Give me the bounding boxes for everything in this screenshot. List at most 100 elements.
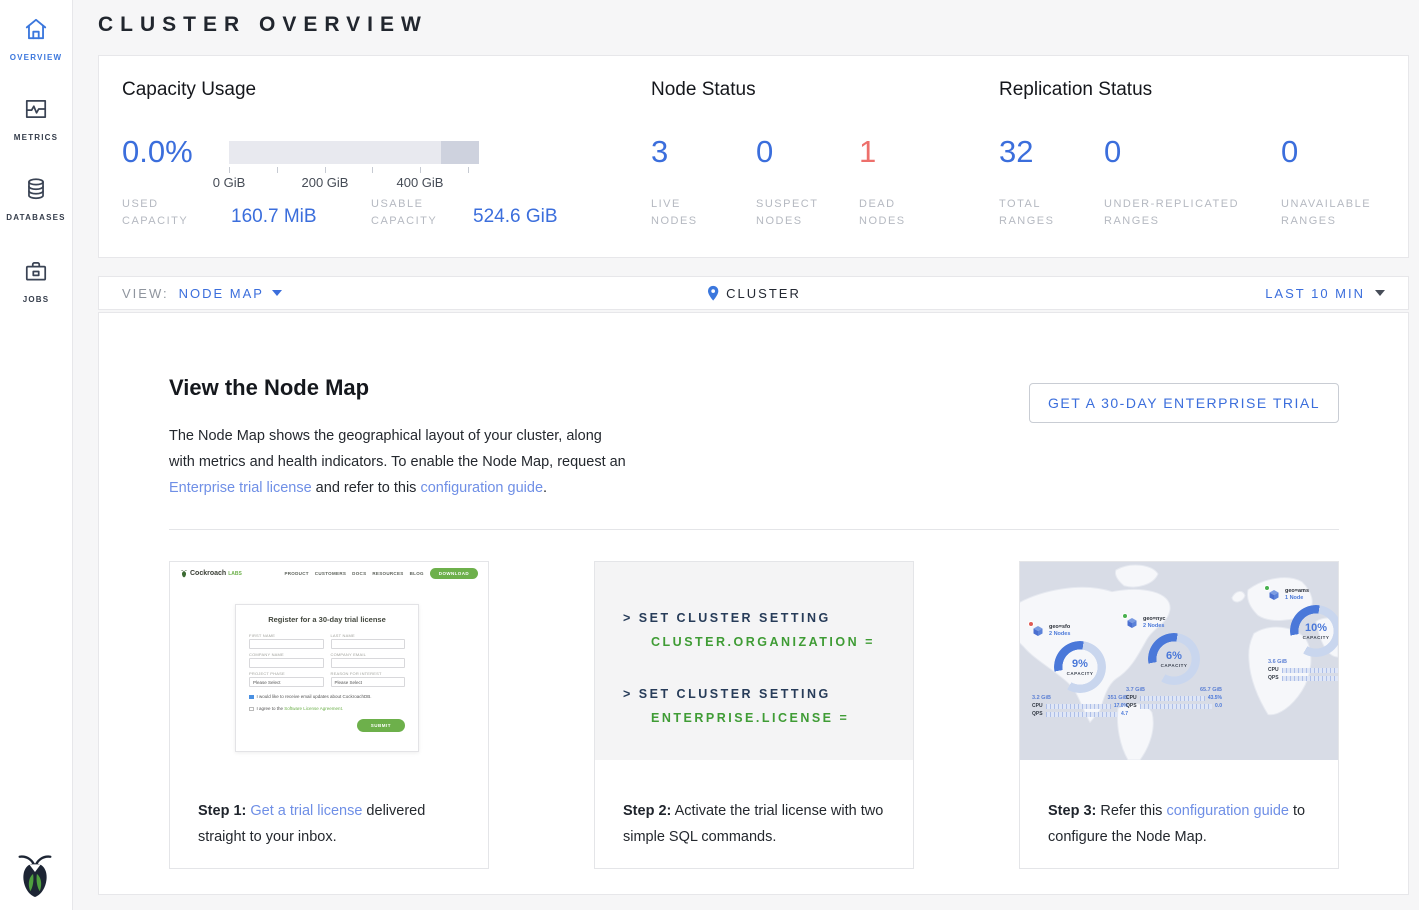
page-title: CLUSTER OVERVIEW: [98, 13, 428, 37]
axis-tick: [468, 167, 469, 173]
node-locality: geo=nyc: [1143, 616, 1165, 623]
sidebar-item-overview[interactable]: OVERVIEW: [0, 16, 72, 62]
sql-command-setting: CLUSTER.ORGANIZATION =: [651, 630, 913, 654]
databases-icon: [23, 176, 49, 207]
capacity-label: CAPACITY: [1067, 671, 1094, 676]
axis-tick-label: 0 GiB: [199, 175, 259, 190]
mini-trial-form: Register for a 30-day trial license FIRS…: [235, 604, 419, 752]
node-status-dot-green: [1122, 613, 1128, 619]
qps-value: 0.0: [1215, 703, 1222, 709]
configuration-guide-link[interactable]: configuration guide: [1166, 803, 1289, 819]
checkbox-checked-icon: [249, 695, 254, 700]
sidebar-item-databases[interactable]: DATABASES: [0, 176, 72, 222]
mini-text-input: [249, 658, 324, 668]
capacity-total: 65.7 GiB: [1200, 687, 1222, 693]
capacity-used: 3.7 GiB: [1126, 687, 1145, 693]
get-trial-license-link[interactable]: Get a trial license: [250, 803, 362, 819]
node-locality: geo=ams: [1285, 588, 1309, 595]
sql-command-prompt: > SET CLUSTER SETTING: [623, 682, 913, 706]
location-pin-icon: [706, 285, 719, 302]
unavailable-ranges-value: 0: [1281, 134, 1298, 170]
axis-tick: [372, 167, 373, 173]
sidebar-item-label: JOBS: [23, 295, 50, 304]
step3-card: geo=sfo 2 Nodes 9% CAPACITY 3.2 GiB 351 …: [1019, 561, 1339, 869]
node-status-title: Node Status: [651, 79, 756, 101]
cpu-label: CPU: [1032, 703, 1043, 709]
section-divider: [169, 529, 1339, 530]
step2-card: > SET CLUSTER SETTING CLUSTER.ORGANIZATI…: [594, 561, 914, 869]
cockroachdb-logo: [12, 850, 58, 900]
step2-caption: Step 2: Activate the trial license with …: [623, 798, 895, 850]
dead-nodes-value: 1: [859, 134, 876, 170]
qps-sparkline: [1282, 676, 1339, 681]
axis-tick-label: 200 GiB: [295, 175, 355, 190]
capacity-percent: 10%: [1305, 622, 1327, 634]
cluster-breadcrumb: CLUSTER: [706, 285, 801, 302]
step3-caption: Step 3: Refer this configuration guide t…: [1048, 798, 1320, 850]
capacity-bar: [229, 141, 479, 164]
mini-brand: Cockroach LABS: [180, 569, 242, 578]
get-enterprise-trial-button[interactable]: GET A 30-DAY ENTERPRISE TRIAL: [1029, 383, 1339, 423]
sidebar-item-jobs[interactable]: JOBS: [0, 258, 72, 304]
usable-capacity-label: USABLE CAPACITY: [371, 196, 463, 230]
suspect-nodes-label: SUSPECT NODES: [756, 196, 836, 230]
mini-submit-button: SUBMIT: [357, 719, 405, 732]
mini-nav-item: PRODUCT: [284, 571, 308, 576]
axis-tick: [420, 167, 421, 173]
view-selector-value: NODE MAP: [179, 286, 264, 301]
capacity-gauge: 10% CAPACITY: [1290, 605, 1339, 657]
time-range-value: LAST 10 MIN: [1265, 286, 1365, 301]
live-nodes-label: LIVE NODES: [651, 196, 731, 230]
total-ranges-label: TOTAL RANGES: [999, 196, 1079, 230]
qps-sparkline: [1140, 704, 1212, 709]
cluster-breadcrumb-label: CLUSTER: [726, 286, 801, 301]
total-ranges-value: 32: [999, 134, 1033, 170]
capacity-gauge: 6% CAPACITY: [1148, 633, 1200, 685]
capacity-used: 3.2 GiB: [1032, 695, 1051, 701]
mini-nav-item: RESOURCES: [372, 571, 403, 576]
sidebar-item-label: OVERVIEW: [10, 53, 63, 62]
jobs-icon: [23, 258, 49, 289]
mini-nav-item: CUSTOMERS: [315, 571, 346, 576]
node-count: 2 Nodes: [1049, 631, 1070, 638]
sql-command-prompt: > SET CLUSTER SETTING: [623, 606, 913, 630]
description-text: .: [543, 480, 547, 496]
enterprise-trial-license-link[interactable]: Enterprise trial license: [169, 480, 312, 496]
mini-license-link: Software License Agreement.: [284, 706, 343, 711]
node-count: 2 Nodes: [1143, 623, 1165, 630]
time-range-selector[interactable]: LAST 10 MIN: [1265, 286, 1385, 301]
axis-tick: [325, 167, 326, 173]
mini-brand-suffix: LABS: [228, 571, 242, 577]
home-icon: [23, 16, 49, 47]
under-replicated-ranges-value: 0: [1104, 134, 1121, 170]
cpu-sparkline: [1140, 696, 1205, 701]
capacity-bar-reserved-segment: [441, 141, 479, 164]
capacity-usage-title: Capacity Usage: [122, 79, 256, 101]
mini-download-button: DOWNLOAD: [430, 568, 478, 579]
step2-label: Step 2:: [623, 803, 671, 819]
node-cube-icon: [1126, 616, 1139, 629]
mini-form-title: Register for a 30-day trial license: [249, 615, 405, 624]
cpu-value: 43.5%: [1208, 695, 1222, 701]
capacity-label: CAPACITY: [1161, 663, 1188, 668]
chevron-down-icon: [1375, 290, 1385, 296]
mini-checkbox-row: I would like to receive email updates ab…: [249, 694, 405, 699]
configuration-guide-link[interactable]: configuration guide: [420, 480, 543, 496]
sidebar-item-metrics[interactable]: METRICS: [0, 96, 72, 142]
view-selector[interactable]: NODE MAP: [179, 286, 282, 301]
usable-capacity-value: 524.6 GiB: [473, 206, 558, 228]
step3-label: Step 3:: [1048, 803, 1096, 819]
node-count: 1 Node: [1285, 595, 1309, 602]
step1-label: Step 1:: [198, 803, 246, 819]
mini-select-label: REASON FOR INTEREST: [331, 671, 406, 676]
capacity-percent: 6%: [1166, 650, 1182, 662]
replication-status-title: Replication Status: [999, 79, 1152, 101]
qps-label: QPS: [1268, 675, 1279, 681]
step1-screenshot: Cockroach LABS PRODUCT CUSTOMERS DOCS RE…: [170, 562, 488, 792]
suspect-nodes-value: 0: [756, 134, 773, 170]
chevron-down-icon: [272, 290, 282, 296]
cpu-label: CPU: [1268, 667, 1279, 673]
mini-field-label: FIRST NAME: [249, 633, 324, 638]
step2-code-block: > SET CLUSTER SETTING CLUSTER.ORGANIZATI…: [595, 562, 913, 760]
mini-select: Please Select: [249, 677, 324, 687]
